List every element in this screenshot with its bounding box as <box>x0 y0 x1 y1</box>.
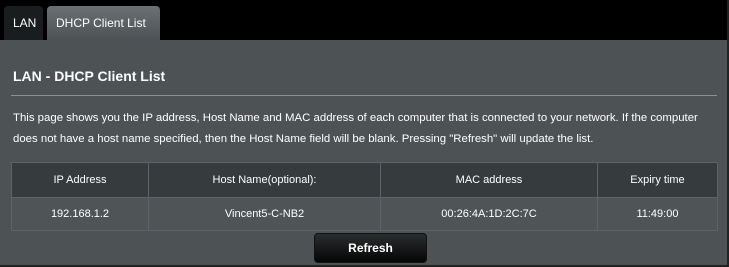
dhcp-client-list-page: LAN DHCP Client List LAN - DHCP Client L… <box>0 0 729 267</box>
tab-lan[interactable]: LAN <box>4 6 43 40</box>
column-header-mac-address: MAC address <box>380 162 598 198</box>
tab-bar: LAN DHCP Client List <box>0 0 727 40</box>
table-header-row: IP Address Host Name(optional): MAC addr… <box>11 162 719 198</box>
column-header-expiry-time: Expiry time <box>596 162 719 198</box>
cell-expiry-time: 11:49:00 <box>596 197 719 231</box>
cell-host-name: Vincent5-C-NB2 <box>147 197 382 231</box>
table-row: 192.168.1.2 Vincent5-C-NB2 00:26:4A:1D:2… <box>11 197 719 231</box>
page-title: LAN - DHCP Client List <box>13 68 166 84</box>
page-description: This page shows you the IP address, Host… <box>13 112 698 145</box>
column-header-ip-address: IP Address <box>11 162 149 198</box>
tab-dhcp-client-list[interactable]: DHCP Client List <box>47 6 160 40</box>
cell-mac-address: 00:26:4A:1D:2C:7C <box>380 197 598 231</box>
title-divider <box>11 95 717 96</box>
refresh-button[interactable]: Refresh <box>314 233 427 263</box>
client-table: IP Address Host Name(optional): MAC addr… <box>11 162 719 231</box>
cell-ip-address: 192.168.1.2 <box>11 197 149 231</box>
column-header-host-name: Host Name(optional): <box>147 162 382 198</box>
